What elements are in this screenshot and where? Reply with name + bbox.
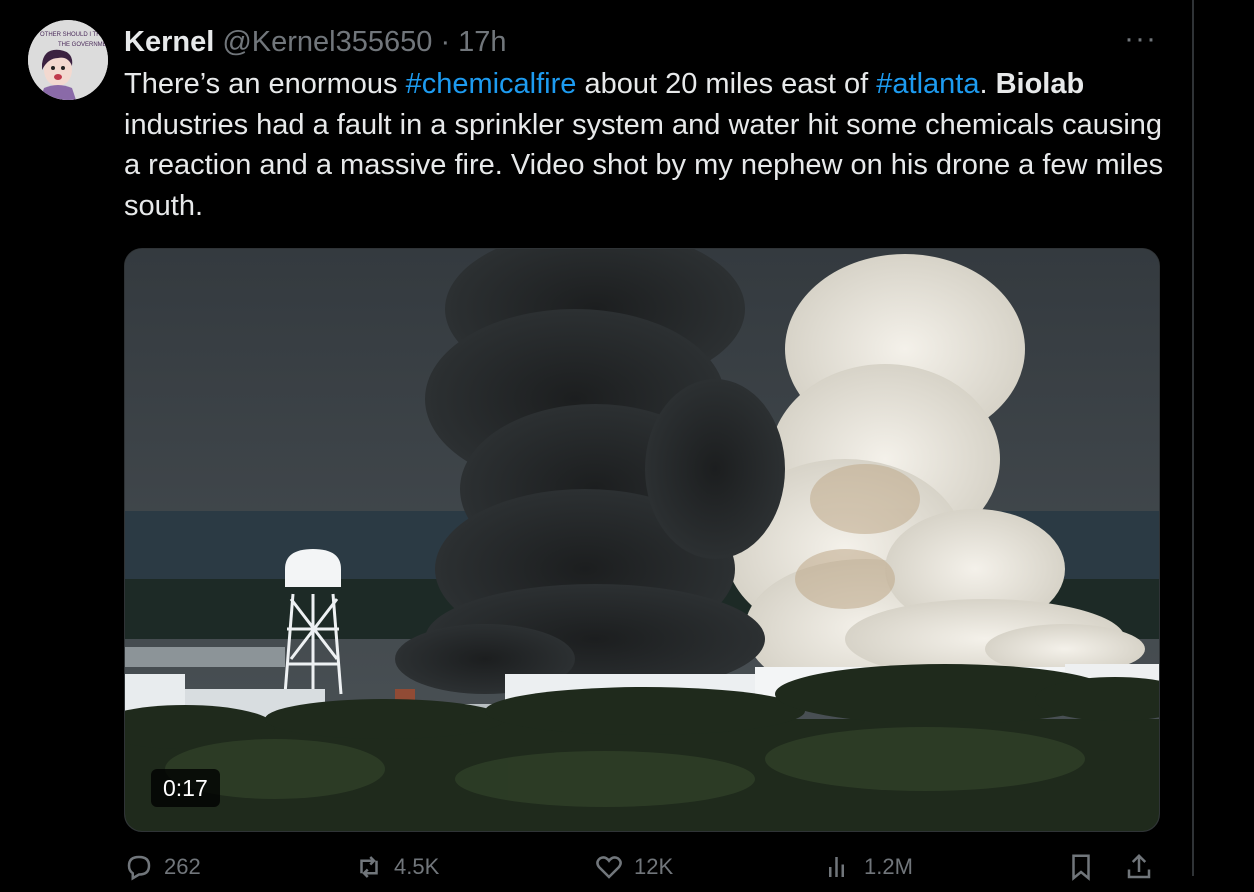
hashtag-chemicalfire[interactable]: #chemicalfire <box>406 68 577 100</box>
video-duration: 0:17 <box>151 769 220 807</box>
avatar-text-line-2: THE GOVERNME <box>58 42 107 48</box>
author-name[interactable]: Kernel <box>124 26 214 58</box>
action-bar: 262 4.5K 12K 1.2M <box>124 852 1158 892</box>
video-frame <box>125 249 1159 831</box>
reply-icon <box>127 855 151 881</box>
tweet-text: There’s an enormous #chemicalfire about … <box>124 64 1184 226</box>
tweet-text-part: industries had a fault in a sprinkler sy… <box>124 108 1164 222</box>
timeline-divider <box>1192 0 1194 876</box>
share-icon <box>1127 853 1151 879</box>
tweet-text-part: about 20 miles east of <box>576 68 877 100</box>
avatar[interactable]: OTHER SHOULD I TRU THE GOVERNME <box>28 20 108 100</box>
like-count: 12K <box>634 854 674 879</box>
hashtag-atlanta[interactable]: #atlanta <box>876 68 979 100</box>
video-player[interactable]: 0:17 <box>124 248 1160 832</box>
tweet-text-part: . <box>979 68 996 100</box>
avatar-text-line-1: OTHER SHOULD I TRU <box>40 32 105 38</box>
share-button[interactable] <box>1124 852 1154 882</box>
author-handle[interactable]: @Kernel355650 <box>222 26 432 58</box>
views-icon <box>829 857 844 877</box>
bold-word: Biolab <box>995 68 1085 100</box>
retweet-count: 4.5K <box>394 854 440 879</box>
tweet-timestamp[interactable]: 17h <box>458 26 506 58</box>
bookmark-icon <box>1072 854 1090 881</box>
retweet-icon <box>360 856 378 878</box>
views-count: 1.2M <box>864 854 913 879</box>
like-icon <box>596 856 622 879</box>
bookmark-button[interactable] <box>1066 852 1096 882</box>
views-button[interactable]: 1.2M <box>824 852 913 882</box>
tweet-text-part: There’s an enormous <box>124 68 406 100</box>
like-button[interactable]: 12K <box>594 852 673 882</box>
reply-count: 262 <box>164 854 201 879</box>
more-options-icon[interactable]: ··· <box>1124 24 1157 54</box>
reply-button[interactable]: 262 <box>124 852 201 882</box>
tweet-header: Kernel @Kernel355650 · 17h <box>124 24 507 60</box>
avatar-image: OTHER SHOULD I TRU THE GOVERNME <box>28 20 108 100</box>
retweet-button[interactable]: 4.5K <box>354 852 439 882</box>
separator-dot: · <box>440 26 451 58</box>
